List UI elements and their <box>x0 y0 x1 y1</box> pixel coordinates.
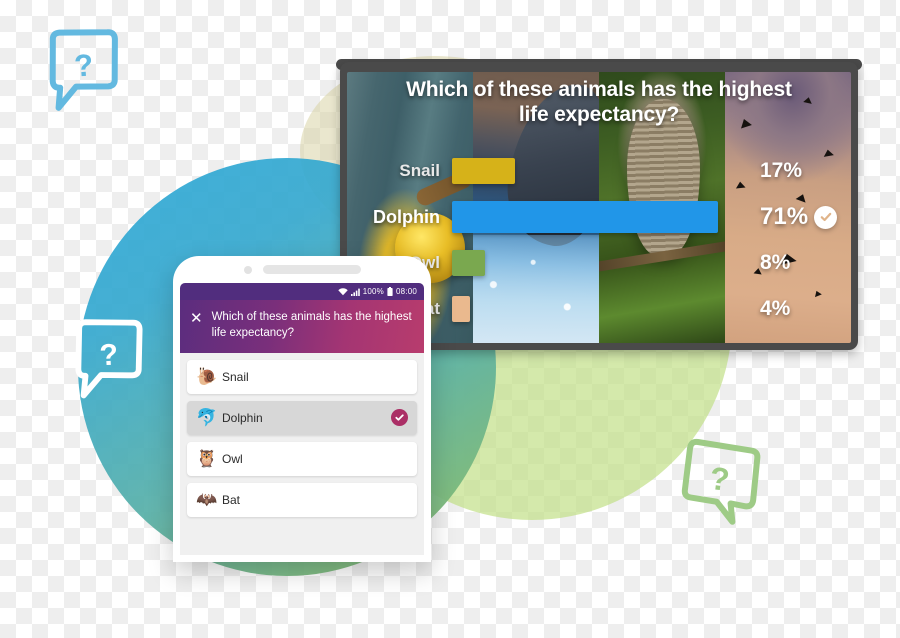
battery-full-icon <box>387 287 393 296</box>
poster-canvas: ▲ ▲ ▲ ▲ ▲ ▲ ▲ ▲ Which of these animals h… <box>0 0 900 638</box>
phone-question-header: ✕ Which of these animals has the highest… <box>180 300 424 353</box>
tv-result-row: Snail 17% <box>340 148 858 194</box>
tv-question-text: Which of these animals has the highest l… <box>406 78 792 126</box>
speech-bubble-green-icon: ? <box>673 435 767 531</box>
tv-result-bar-track <box>452 148 754 194</box>
close-icon[interactable]: ✕ <box>190 309 203 327</box>
answer-option-label: Bat <box>222 492 241 507</box>
phone-answer-options: 🐌 Snail 🐬 Dolphin 🦉 Owl 🦇 Bat <box>180 353 424 517</box>
answer-option-dolphin[interactable]: 🐬 Dolphin <box>187 400 417 435</box>
speech-bubble-blue-glyph: ? <box>73 47 94 83</box>
tv-result-row: Dolphin 71% <box>340 194 858 240</box>
answer-option-label: Owl <box>222 451 243 466</box>
tv-result-bar-track <box>452 194 754 240</box>
owl-emoji: 🦉 <box>196 449 218 469</box>
cellular-signal-icon <box>350 288 360 296</box>
tv-result-bar-track <box>452 240 754 286</box>
phone-mockup: 100% 08:00 ✕ Which of these animals has … <box>173 256 431 562</box>
tv-result-percent-group: 71% <box>754 203 858 231</box>
tv-result-bar <box>452 250 486 276</box>
battery-percent-label: 100% <box>362 287 384 296</box>
clock-label: 08:00 <box>395 287 417 296</box>
wifi-icon <box>338 287 348 296</box>
speech-bubble-green-glyph: ? <box>708 460 732 498</box>
tv-result-percent-group: 17% <box>754 159 858 183</box>
answer-option-bat[interactable]: 🦇 Bat <box>187 482 417 517</box>
answer-option-label: Dolphin <box>222 410 263 425</box>
check-circle-icon <box>814 205 838 229</box>
tv-result-percent: 17% <box>760 159 803 182</box>
speech-bubble-white-glyph: ? <box>99 338 119 372</box>
speech-bubble-white-icon: ? <box>70 316 148 402</box>
phone-question-text: Which of these animals has the highest l… <box>211 311 412 340</box>
answer-option-label: Snail <box>222 369 249 384</box>
answer-option-owl[interactable]: 🦉 Owl <box>187 441 417 476</box>
tv-result-label: Snail <box>399 161 440 180</box>
tv-result-bar <box>452 158 516 184</box>
phone-top-hardware <box>173 256 431 283</box>
tv-result-percent: 8% <box>760 251 791 274</box>
bat-emoji: 🦇 <box>196 490 218 510</box>
tv-result-percent-group: 8% <box>754 251 858 275</box>
phone-status-bar: 100% 08:00 <box>180 283 424 300</box>
snail-emoji: 🐌 <box>196 367 218 387</box>
check-circle-icon <box>391 409 408 427</box>
answer-option-snail[interactable]: 🐌 Snail <box>187 359 417 394</box>
tv-result-percent: 71% <box>760 203 809 230</box>
speech-bubble-blue-icon: ? <box>43 25 125 114</box>
tv-result-percent-group: 4% <box>754 297 858 321</box>
tv-result-bar <box>452 296 471 322</box>
tv-result-bar-track <box>452 286 754 332</box>
phone-camera-icon <box>243 265 252 274</box>
dolphin-emoji: 🐬 <box>196 408 218 428</box>
tv-result-label: Dolphin <box>373 206 440 227</box>
tv-result-percent: 4% <box>760 297 791 320</box>
phone-speaker-grille <box>262 265 361 274</box>
phone-display: 100% 08:00 ✕ Which of these animals has … <box>180 283 424 555</box>
tv-result-bar <box>452 201 718 233</box>
